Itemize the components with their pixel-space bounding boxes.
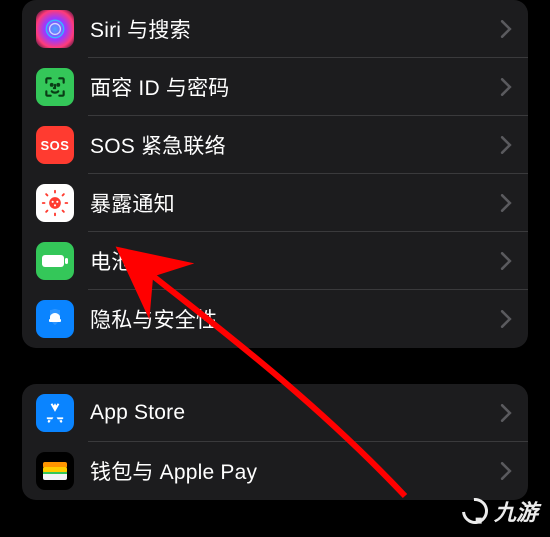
chevron-right-icon bbox=[500, 20, 512, 38]
settings-section-2: App Store 钱包与 Apple Pay bbox=[22, 384, 528, 500]
chevron-right-icon bbox=[500, 404, 512, 422]
row-label: 面容 ID 与密码 bbox=[90, 72, 500, 102]
chevron-right-icon bbox=[500, 78, 512, 96]
chevron-right-icon bbox=[500, 136, 512, 154]
row-label: 隐私与安全性 bbox=[90, 304, 500, 334]
siri-icon bbox=[36, 10, 74, 48]
row-label: 电池 bbox=[90, 246, 500, 276]
row-label: Siri 与搜索 bbox=[90, 14, 500, 44]
row-exposure[interactable]: 暴露通知 bbox=[22, 174, 528, 232]
row-label: 暴露通知 bbox=[90, 188, 500, 218]
chevron-right-icon bbox=[500, 310, 512, 328]
battery-icon bbox=[36, 242, 74, 280]
watermark-text: 九游 bbox=[494, 495, 538, 527]
sos-icon: SOS bbox=[36, 126, 74, 164]
privacy-icon bbox=[36, 300, 74, 338]
row-label: SOS 紧急联络 bbox=[90, 130, 500, 160]
chevron-right-icon bbox=[500, 194, 512, 212]
row-appstore[interactable]: App Store bbox=[22, 384, 528, 442]
row-label: 钱包与 Apple Pay bbox=[90, 456, 500, 486]
chevron-right-icon bbox=[500, 252, 512, 270]
wallet-icon bbox=[36, 452, 74, 490]
row-privacy[interactable]: 隐私与安全性 bbox=[22, 290, 528, 348]
row-battery[interactable]: 电池 bbox=[22, 232, 528, 290]
watermark-logo-icon bbox=[457, 493, 494, 530]
row-faceid[interactable]: 面容 ID 与密码 bbox=[22, 58, 528, 116]
chevron-right-icon bbox=[500, 462, 512, 480]
row-sos[interactable]: SOS SOS 紧急联络 bbox=[22, 116, 528, 174]
faceid-icon bbox=[36, 68, 74, 106]
row-wallet[interactable]: 钱包与 Apple Pay bbox=[22, 442, 528, 500]
row-siri[interactable]: Siri 与搜索 bbox=[22, 0, 528, 58]
row-label: App Store bbox=[90, 401, 500, 425]
exposure-icon bbox=[36, 184, 74, 222]
appstore-icon bbox=[36, 394, 74, 432]
watermark: 九游 bbox=[462, 495, 538, 527]
settings-section-1: Siri 与搜索 面容 ID 与密码 SOS SOS 紧急联络 暴露通知 bbox=[22, 0, 528, 348]
